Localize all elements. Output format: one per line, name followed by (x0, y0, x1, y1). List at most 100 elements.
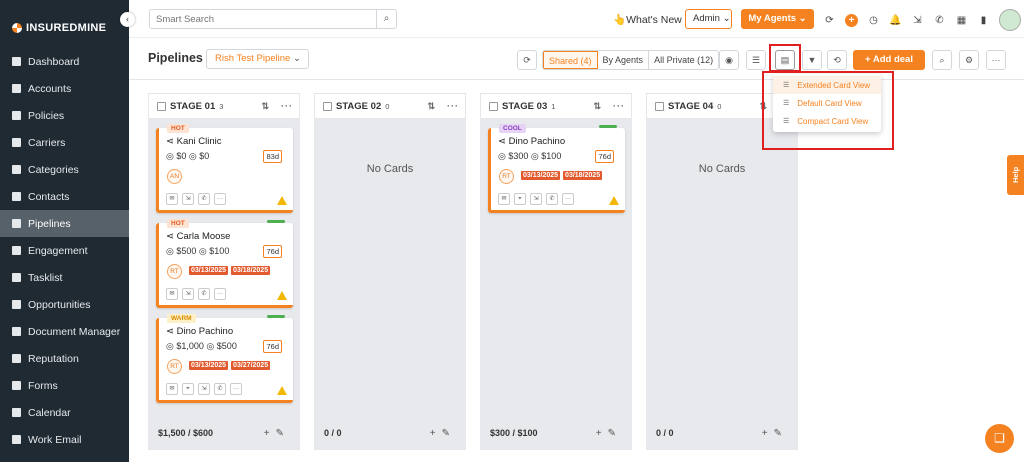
login-icon[interactable]: ⇲ (198, 383, 210, 395)
chevron-down-icon: ⌄ (798, 13, 807, 24)
message-icon[interactable]: ✉ (498, 193, 510, 205)
more-icon[interactable]: ··· (605, 101, 631, 111)
phone-icon[interactable]: ✆ (214, 383, 226, 395)
coin-icon: ◎ (166, 246, 174, 256)
sort-icon[interactable]: ⇅ (427, 101, 435, 112)
sidebar-item-dashboard[interactable]: Dashboard (0, 48, 129, 75)
edit-icon[interactable]: ✎ (442, 428, 456, 439)
stage-checkbox[interactable] (489, 101, 498, 111)
sidebar-item-policies[interactable]: Policies (0, 102, 129, 129)
contacts-icon (12, 192, 21, 201)
message-icon[interactable]: ✉ (166, 193, 178, 205)
sidebar-item-carriers[interactable]: Carriers (0, 129, 129, 156)
pipelines-icon (12, 219, 21, 228)
message-icon[interactable]: ✉ (166, 288, 178, 300)
sidebar-item-tasklist[interactable]: Tasklist (0, 264, 129, 291)
more-icon[interactable]: ··· (214, 193, 226, 205)
sidebar-item-forms[interactable]: Forms (0, 372, 129, 399)
login-icon[interactable]: ⇲ (530, 193, 542, 205)
search-icon[interactable]: ⌕ (376, 10, 396, 28)
sidebar-item-calendar[interactable]: Calendar (0, 399, 129, 426)
eye-button[interactable]: ◉ (719, 50, 739, 70)
sort-icon[interactable]: ⇅ (593, 101, 601, 112)
phone-icon[interactable]: ✆ (198, 193, 210, 205)
stage-footer: $1,500 / $600 +✎ (148, 428, 300, 448)
more-icon[interactable]: ··· (562, 193, 574, 205)
more-icon[interactable]: ··· (214, 288, 226, 300)
add-icon[interactable]: + (430, 428, 442, 439)
my-agents-button[interactable]: My Agents ⌄ (741, 9, 814, 29)
stage-checkbox[interactable] (655, 101, 664, 111)
trash-icon[interactable]: ▮ (977, 10, 990, 30)
sidebar-item-categories[interactable]: Categories (0, 156, 129, 183)
sign-in-icon[interactable]: ⇲ (911, 10, 924, 30)
sidebar-item-accounts[interactable]: Accounts (0, 75, 129, 102)
filter-button[interactable]: ▼ (802, 50, 822, 70)
more-icon[interactable]: ··· (230, 383, 242, 395)
menu-item-extended-card-view[interactable]: ☰ Extended Card View (773, 76, 881, 94)
login-icon[interactable]: ⇲ (182, 288, 194, 300)
user-avatar[interactable] (999, 9, 1021, 31)
login-icon[interactable]: ⇲ (182, 193, 194, 205)
phone-icon[interactable]: ✆ (198, 288, 210, 300)
edit-icon[interactable]: ✎ (276, 428, 290, 439)
chip-icon[interactable]: ▦ (955, 10, 968, 30)
sidebar-item-opportunities[interactable]: Opportunities (0, 291, 129, 318)
deal-card[interactable]: HOT ⋖ Carla Moose ◎ $500 ◎ $100 76d RT 0… (156, 219, 293, 308)
help-tab[interactable]: Help (1007, 155, 1024, 195)
add-icon[interactable]: + (762, 428, 774, 439)
filter-all-private[interactable]: All Private (12) (649, 51, 718, 69)
stage-checkbox[interactable] (323, 101, 332, 111)
date-badge: 03/18/2025 (563, 171, 603, 180)
pipeline-select[interactable]: Rish Test Pipeline ⌄ (206, 49, 309, 69)
add-icon[interactable]: + (596, 428, 608, 439)
sidebar-item-pipelines[interactable]: Pipelines (0, 210, 129, 237)
add-deal-button[interactable]: + Add deal (853, 50, 925, 70)
edit-icon[interactable]: ✎ (608, 428, 622, 439)
phone-icon[interactable]: ✆ (933, 10, 946, 30)
search-input[interactable] (150, 10, 376, 28)
phone-icon[interactable]: ✆ (546, 193, 558, 205)
menu-item-default-card-view[interactable]: ☰ Default Card View (773, 94, 881, 112)
message-icon[interactable]: ✉ (166, 383, 178, 395)
menu-item-compact-card-view[interactable]: ☰ Compact Card View (773, 112, 881, 130)
refresh-pipeline-button[interactable]: ⟳ (517, 50, 537, 70)
whats-new-link[interactable]: 👆What's New (613, 13, 682, 26)
refresh-icon[interactable]: ⟳ (823, 10, 836, 30)
bell-icon[interactable]: 🔔 (889, 10, 902, 30)
edit-icon[interactable]: ✎ (774, 428, 788, 439)
sidebar-collapse-button[interactable]: ‹ (120, 12, 135, 27)
brand-logo[interactable]: INSUREDMINE (12, 22, 106, 34)
clock-icon[interactable]: ◷ (867, 10, 880, 30)
deal-tag: WARM (167, 314, 196, 323)
settings-button[interactable]: ⚙ (959, 50, 979, 70)
stage-checkbox[interactable] (157, 101, 166, 111)
more-icon[interactable]: ··· (439, 101, 465, 111)
date-badge: 03/13/2025 (189, 361, 229, 370)
add-icon[interactable]: + (264, 428, 276, 439)
more-icon[interactable]: ··· (273, 101, 299, 111)
filter-by-agents[interactable]: By Agents (598, 51, 650, 69)
add-icon[interactable]: + (845, 13, 858, 27)
filter-shared[interactable]: Shared (4) (543, 51, 598, 69)
sidebar-item-reputation[interactable]: Reputation (0, 345, 129, 372)
deal-card[interactable]: WARM ⋖ Dino Pachino ◎ $1,000 ◎ $500 76d … (156, 314, 293, 403)
search-button[interactable]: ⌕ (932, 50, 952, 70)
admin-select[interactable]: Admin ⌄ (685, 9, 732, 29)
deal-card[interactable]: HOT ⋖ Kani Clinic ◎ $0 ◎ $0 83d AN ✉ ⇲ ✆… (156, 124, 293, 213)
deal-tag: HOT (167, 124, 189, 133)
more-button[interactable]: ··· (986, 50, 1006, 70)
history-button[interactable]: ⟲ (827, 50, 847, 70)
sidebar-item-contacts[interactable]: Contacts (0, 183, 129, 210)
chat-icon[interactable]: ❑ (985, 424, 1014, 453)
sidebar-item-work-email[interactable]: Work Email (0, 426, 129, 453)
list-settings-button[interactable]: ☰ (746, 50, 766, 70)
deal-card[interactable]: COOL ⋖ Dino Pachino ◎ $300 ◎ $100 76d RT… (488, 124, 625, 213)
sort-icon[interactable]: ⇅ (261, 101, 269, 112)
sort-icon[interactable]: ⇅ (759, 101, 767, 112)
sidebar-item-engagement[interactable]: Engagement (0, 237, 129, 264)
sidebar-item-document-manager[interactable]: Document Manager (0, 318, 129, 345)
coin-icon: ◎ (166, 341, 174, 351)
location-icon[interactable]: ⌖ (182, 383, 194, 395)
location-icon[interactable]: ⌖ (514, 193, 526, 205)
